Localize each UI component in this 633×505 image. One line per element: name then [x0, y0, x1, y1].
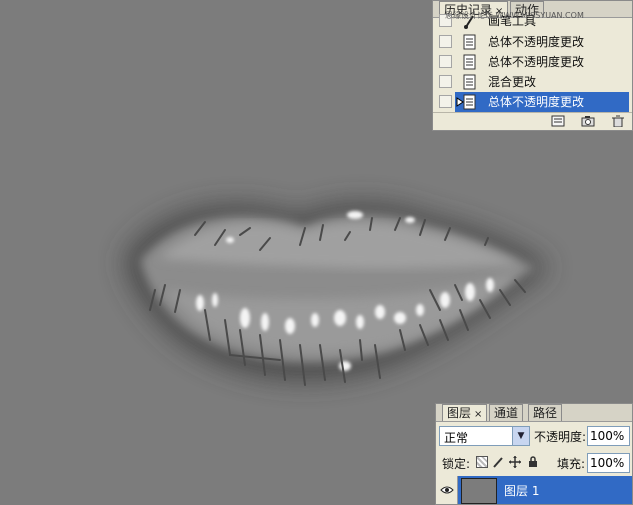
layers-tab-bar: 图层 × 通道 路径: [436, 404, 632, 422]
tab-paths-label: 路径: [533, 406, 558, 420]
fill-label: 填充:: [557, 457, 586, 471]
blend-mode-value: 正常: [444, 431, 469, 445]
lock-all-icon[interactable]: [527, 456, 539, 468]
layer-name[interactable]: 图层 1: [504, 482, 539, 499]
new-snapshot-icon[interactable]: [581, 115, 595, 127]
blend-mode-select[interactable]: 正常 ▼: [439, 426, 530, 446]
chevron-down-icon[interactable]: ▼: [512, 427, 529, 445]
layers-panel: 图层 × 通道 路径 正常 ▼ 不透明度: 100% 锁定: 填充: 100% 图…: [435, 403, 633, 505]
watermark-text: 思缘设计论坛 WWW.MISSYUAN.COM: [445, 11, 584, 20]
lock-label: 锁定:: [442, 457, 471, 471]
history-item-label: 总体不透明度更改: [488, 55, 585, 69]
close-icon[interactable]: ×: [474, 409, 482, 420]
trash-icon[interactable]: [611, 115, 625, 127]
history-item[interactable]: 总体不透明度更改: [437, 52, 629, 72]
visibility-toggle[interactable]: [437, 476, 458, 504]
snapshot-checkbox[interactable]: [439, 75, 452, 88]
snapshot-checkbox[interactable]: [439, 35, 452, 48]
new-document-from-state-icon[interactable]: [551, 115, 565, 127]
history-panel: 历史记录 × 动作 思缘设计论坛 WWW.MISSYUAN.COM 画笔工具 总体…: [432, 0, 633, 131]
history-state-icon: [463, 94, 476, 110]
tab-paths[interactable]: 路径: [528, 404, 563, 421]
snapshot-checkbox[interactable]: [439, 55, 452, 68]
tab-channels[interactable]: 通道: [489, 404, 524, 421]
eye-icon: [440, 486, 454, 494]
history-state-icon: [463, 54, 476, 70]
layer-thumbnail[interactable]: [461, 478, 497, 504]
lock-pixels-icon[interactable]: [492, 456, 504, 468]
history-footer: [433, 112, 632, 130]
snapshot-checkbox[interactable]: [439, 95, 452, 108]
tab-layers-label: 图层: [447, 406, 472, 420]
opacity-label: 不透明度:: [534, 430, 587, 444]
tab-layers[interactable]: 图层 ×: [442, 404, 488, 421]
history-item-label: 总体不透明度更改: [488, 95, 585, 109]
layer-row[interactable]: 图层 1: [437, 476, 632, 504]
lock-position-icon[interactable]: [509, 456, 521, 468]
history-item-selected[interactable]: 总体不透明度更改: [437, 92, 629, 112]
history-item-label: 混合更改: [488, 75, 537, 89]
history-state-icon: [463, 74, 476, 90]
history-item-label: 总体不透明度更改: [488, 35, 585, 49]
opacity-value: 100%: [590, 429, 625, 443]
opacity-field[interactable]: 100%: [587, 426, 630, 446]
fill-value: 100%: [590, 456, 625, 470]
history-state-icon: [463, 34, 476, 50]
history-item[interactable]: 混合更改: [437, 72, 629, 92]
tab-channels-label: 通道: [494, 406, 519, 420]
fill-field[interactable]: 100%: [587, 453, 630, 473]
lock-transparent-icon[interactable]: [476, 456, 488, 468]
history-item[interactable]: 总体不透明度更改: [437, 32, 629, 52]
